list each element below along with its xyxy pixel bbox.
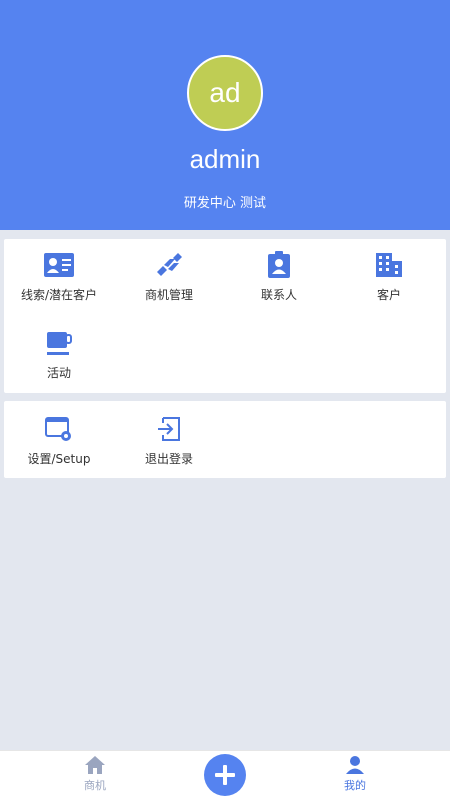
tab-label: 我的 — [344, 779, 366, 792]
settings-label: 退出登录 — [144, 452, 193, 466]
modules-card: 线索/潜在客户 商机管理 联系人 客户 活动 — [4, 239, 446, 393]
module-label: 客户 — [376, 288, 401, 302]
module-opportunities[interactable]: 商机管理 — [114, 239, 224, 309]
logout-icon — [153, 413, 185, 445]
coffee-cup-icon — [43, 327, 75, 359]
profile-header: ad admin 研发中心 测试 — [0, 0, 450, 230]
user-icon — [346, 756, 364, 774]
department-label: 研发中心 测试 — [183, 196, 267, 211]
module-label: 线索/潜在客户 — [20, 288, 98, 302]
settings-window-icon — [43, 413, 75, 445]
module-leads[interactable]: 线索/潜在客户 — [4, 239, 114, 309]
module-contacts[interactable]: 联系人 — [224, 239, 334, 309]
add-button[interactable] — [204, 754, 246, 796]
home-icon — [85, 756, 105, 774]
settings-label: 设置/Setup — [27, 452, 91, 466]
module-label: 联系人 — [260, 288, 297, 302]
module-activities[interactable]: 活动 — [4, 317, 114, 387]
contact-badge-icon — [263, 249, 295, 281]
settings-setup[interactable]: 设置/Setup — [4, 403, 114, 473]
plus-icon — [215, 765, 235, 785]
contact-card-icon — [43, 249, 75, 281]
module-label: 活动 — [46, 366, 71, 380]
settings-card: 设置/Setup 退出登录 — [4, 401, 446, 478]
building-icon — [373, 249, 405, 281]
tab-label: 商机 — [84, 779, 106, 792]
module-customers[interactable]: 客户 — [334, 239, 444, 309]
username: admin — [189, 144, 261, 174]
tab-mine[interactable]: 我的 — [315, 755, 395, 799]
handshake-icon — [153, 249, 185, 281]
avatar[interactable]: ad — [187, 55, 263, 131]
module-label: 商机管理 — [144, 288, 193, 302]
logout-button[interactable]: 退出登录 — [114, 403, 224, 473]
tab-opportunities[interactable]: 商机 — [55, 755, 135, 799]
